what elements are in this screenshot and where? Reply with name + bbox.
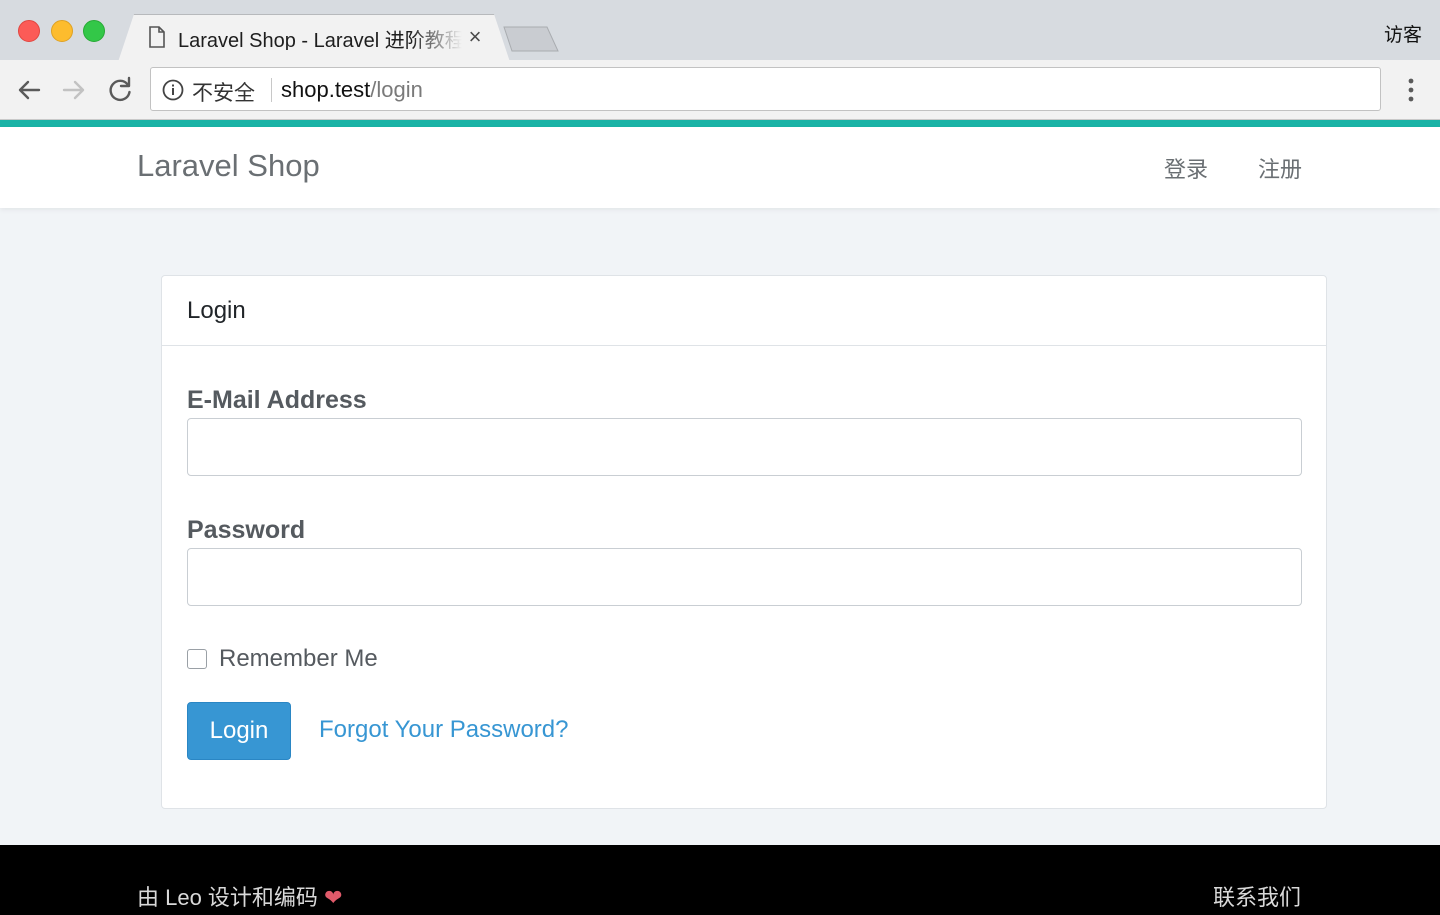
site-brand[interactable]: Laravel Shop: [137, 148, 320, 184]
url-host: shop.test: [281, 77, 371, 102]
site-navbar: Laravel Shop 登录 注册: [0, 127, 1440, 208]
footer-credit-text: 由 Leo 设计和编码: [137, 885, 318, 910]
tab-close-icon[interactable]: ×: [464, 24, 486, 50]
heart-icon: ❤: [324, 885, 343, 910]
forgot-password-link[interactable]: Forgot Your Password?: [319, 716, 568, 744]
omnibox-divider: [271, 78, 272, 102]
nav-link-login[interactable]: 登录: [1164, 152, 1208, 184]
login-card: Login E-Mail Address Password Remember M…: [161, 275, 1327, 809]
footer-credit: 由 Leo 设计和编码 ❤: [137, 880, 343, 912]
footer-contact-link[interactable]: 联系我们: [1213, 880, 1301, 912]
forward-arrow-icon[interactable]: [57, 73, 91, 107]
browser-toolbar: 不安全 shop.test/login: [0, 60, 1440, 120]
remember-me-label[interactable]: Remember Me: [219, 645, 378, 673]
email-field[interactable]: [187, 418, 1302, 476]
password-field[interactable]: [187, 548, 1302, 606]
password-label: Password: [187, 516, 306, 544]
nav-link-register[interactable]: 注册: [1258, 152, 1302, 184]
card-header: Login: [162, 276, 1326, 346]
security-status[interactable]: 不安全: [192, 77, 255, 107]
accent-bar: [0, 120, 1440, 127]
reload-icon[interactable]: [103, 73, 137, 107]
back-arrow-icon[interactable]: [12, 73, 46, 107]
profile-label[interactable]: 访客: [1384, 20, 1422, 47]
kebab-menu-icon[interactable]: [1399, 75, 1423, 105]
new-tab-button[interactable]: [502, 26, 560, 52]
window-maximize-button[interactable]: [83, 20, 105, 42]
tab-title: Laravel Shop - Laravel 进阶教程: [178, 30, 462, 50]
url-path: /login: [370, 77, 423, 102]
info-icon[interactable]: [162, 79, 184, 101]
login-button[interactable]: Login: [187, 702, 291, 760]
url-text[interactable]: shop.test/login: [281, 77, 423, 103]
address-bar[interactable]: 不安全 shop.test/login: [150, 67, 1381, 111]
email-label: E-Mail Address: [187, 386, 367, 414]
window-close-button[interactable]: [18, 20, 40, 42]
browser-titlebar: Laravel Shop - Laravel 进阶教程 × 访客: [0, 0, 1440, 62]
document-icon: [149, 26, 165, 48]
site-footer: 由 Leo 设计和编码 ❤ 联系我们: [0, 845, 1440, 915]
window-minimize-button[interactable]: [51, 20, 73, 42]
remember-me-checkbox[interactable]: [187, 649, 207, 669]
card-title: Login: [187, 297, 246, 324]
